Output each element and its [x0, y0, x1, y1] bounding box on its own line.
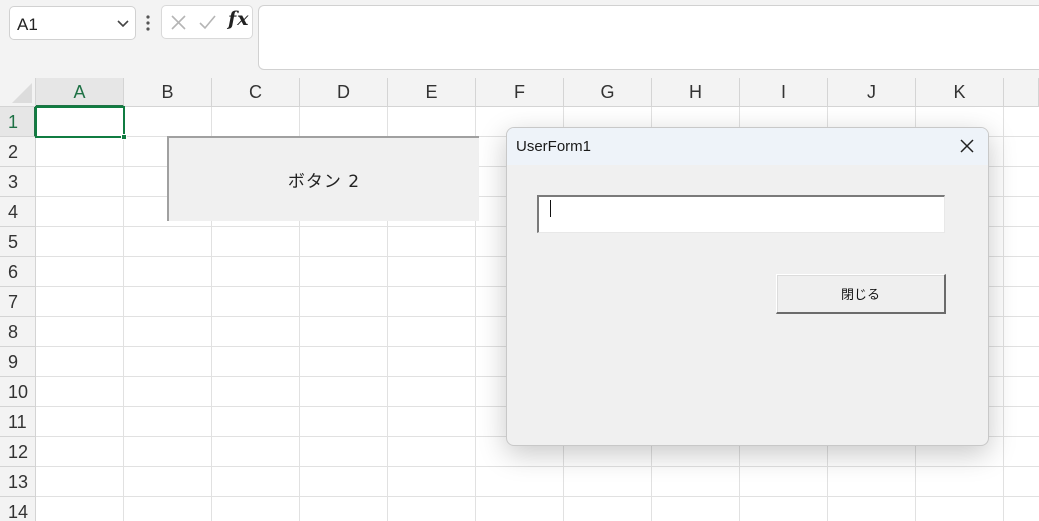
row-header-10[interactable]: 10 — [0, 377, 36, 407]
column-header-e[interactable]: E — [388, 78, 476, 107]
column-header-k[interactable]: K — [916, 78, 1004, 107]
row-header-9[interactable]: 9 — [0, 347, 36, 377]
column-header-b[interactable]: B — [124, 78, 212, 107]
row-header-1[interactable]: 1 — [0, 107, 36, 137]
column-header-g[interactable]: G — [564, 78, 652, 107]
row-header-3[interactable]: 3 — [0, 167, 36, 197]
name-box[interactable]: A1 — [9, 6, 136, 40]
userform-textbox[interactable] — [537, 195, 945, 233]
column-header-j[interactable]: J — [828, 78, 916, 107]
select-all-corner[interactable] — [0, 78, 36, 107]
formula-buttons: fx — [161, 5, 253, 39]
row-header-8[interactable]: 8 — [0, 317, 36, 347]
row-header-13[interactable]: 13 — [0, 467, 36, 497]
dialog-title: UserForm1 — [516, 138, 592, 155]
row-header-14[interactable]: 14 — [0, 497, 36, 521]
column-header-c[interactable]: C — [212, 78, 300, 107]
formula-input[interactable] — [258, 5, 1039, 70]
column-header-partial[interactable] — [1004, 78, 1039, 107]
column-gridline — [1003, 107, 1004, 521]
sheet-button-label: ボタン 2 — [287, 172, 361, 192]
row-header-6[interactable]: 6 — [0, 257, 36, 287]
more-options-icon[interactable] — [145, 14, 151, 32]
row-header-7[interactable]: 7 — [0, 287, 36, 317]
text-caret — [550, 200, 551, 217]
column-header-f[interactable]: F — [476, 78, 564, 107]
column-header-a[interactable]: A — [36, 78, 124, 107]
row-header-11[interactable]: 11 — [0, 407, 36, 437]
check-icon[interactable] — [198, 14, 217, 31]
row-header-2[interactable]: 2 — [0, 137, 36, 167]
chevron-down-icon[interactable] — [116, 16, 130, 30]
column-gridline — [123, 107, 124, 521]
row-header-5[interactable]: 5 — [0, 227, 36, 257]
formula-bar-area: A1 fx — [0, 0, 1039, 78]
row-header-4[interactable]: 4 — [0, 197, 36, 227]
column-header-d[interactable]: D — [300, 78, 388, 107]
userform-dialog: UserForm1 閉じる — [506, 127, 989, 446]
name-box-value: A1 — [17, 15, 38, 34]
dialog-titlebar[interactable]: UserForm1 — [507, 128, 988, 165]
active-cell[interactable] — [35, 106, 125, 138]
row-gridline — [36, 466, 1039, 467]
column-header-h[interactable]: H — [652, 78, 740, 107]
row-gridline — [36, 496, 1039, 497]
close-icon[interactable] — [958, 137, 976, 155]
row-header-12[interactable]: 12 — [0, 437, 36, 467]
cancel-icon[interactable] — [170, 14, 187, 31]
fill-handle[interactable] — [121, 134, 127, 140]
insert-function-button[interactable]: fx — [228, 8, 250, 30]
column-header-i[interactable]: I — [740, 78, 828, 107]
sheet-button-2[interactable]: ボタン 2 — [167, 136, 479, 221]
close-button[interactable]: 閉じる — [776, 274, 946, 314]
